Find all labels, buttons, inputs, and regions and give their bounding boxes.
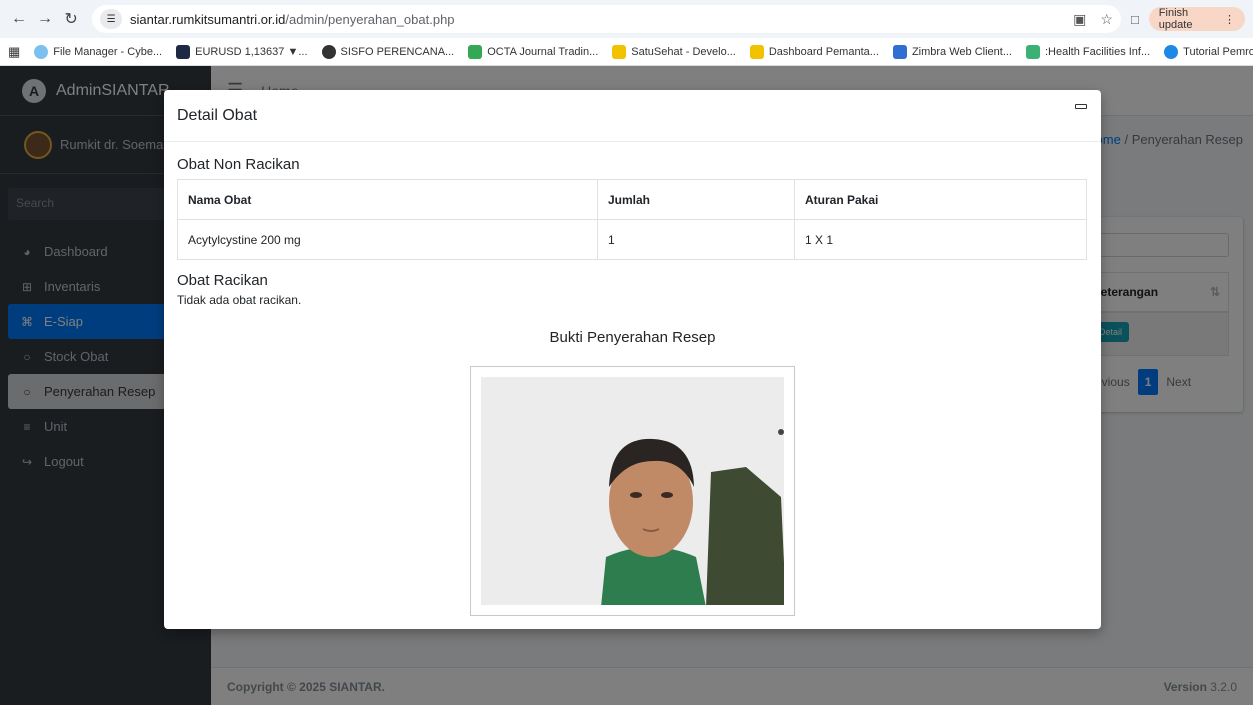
url-host: siantar.rumkitsumantri.or.id [130, 11, 286, 27]
column-header-jumlah: Jumlah [597, 179, 795, 220]
apps-icon[interactable]: ▦ [8, 44, 20, 60]
table-row: Acytylcystine 200 mg 1 1 X 1 [177, 219, 1087, 260]
cell-jumlah: 1 [597, 219, 795, 260]
bookmark-item[interactable]: File Manager - Cybe... [34, 44, 162, 59]
translate-icon[interactable]: ▣ [1073, 11, 1086, 28]
bookmark-item[interactable]: EURUSD 1,13637 ▼... [176, 44, 308, 59]
racikan-title: Obat Racikan [177, 272, 268, 289]
forward-icon[interactable]: → [34, 7, 56, 31]
url-path: /admin/penyerahan_obat.php [285, 11, 455, 27]
bookmark-item[interactable]: Zimbra Web Client... [892, 44, 1012, 59]
detail-obat-modal: Detail Obat Obat Non Racikan Nama Obat J… [164, 90, 1101, 629]
extensions-icon[interactable]: □ [1131, 12, 1139, 27]
cell-aturan-pakai: 1 X 1 [794, 219, 1087, 260]
minimize-icon[interactable] [1075, 104, 1087, 109]
bookmark-item[interactable]: Tutorial Pemrogram... [1164, 44, 1253, 59]
obat-table: Nama Obat Jumlah Aturan Pakai Acytylcyst… [177, 179, 1087, 260]
address-bar[interactable]: ☰ siantar.rumkitsumantri.or.id/admin/pen… [92, 5, 1121, 33]
cell-nama-obat: Acytylcystine 200 mg [177, 219, 598, 260]
bookmark-item[interactable]: Dashboard Pemanta... [749, 44, 879, 59]
bukti-photo [481, 377, 784, 605]
reload-icon[interactable]: ↻ [60, 7, 82, 31]
finish-update-button[interactable]: Finish update ⋮ [1148, 7, 1245, 31]
bookmark-item[interactable]: SISFO PERENCANA... [321, 44, 454, 59]
column-header-aturan-pakai: Aturan Pakai [794, 179, 1087, 220]
bukti-photo-frame [470, 366, 795, 616]
site-info-icon[interactable]: ☰ [100, 9, 123, 29]
bukti-title: Bukti Penyerahan Resep [549, 329, 716, 346]
racikan-empty-text: Tidak ada obat racikan. [177, 293, 302, 307]
person-photo-illustration [481, 377, 784, 605]
bookmark-item[interactable]: SatuSehat - Develo... [612, 44, 736, 59]
menu-icon: ⋮ [1223, 13, 1235, 26]
browser-toolbar: ← → ↻ ☰ siantar.rumkitsumantri.or.id/adm… [0, 0, 1253, 38]
bookmark-star-icon[interactable]: ☆ [1100, 11, 1113, 28]
modal-title: Detail Obat [177, 106, 258, 124]
non-racikan-title: Obat Non Racikan [177, 156, 300, 173]
modal-header: Detail Obat [164, 90, 1101, 142]
back-icon[interactable]: ← [8, 7, 30, 31]
bookmarks-bar: ▦ File Manager - Cybe... EURUSD 1,13637 … [0, 38, 1253, 66]
bookmark-item[interactable]: OCTA Journal Tradin... [468, 44, 598, 59]
column-header-nama-obat: Nama Obat [177, 179, 598, 220]
bookmark-item[interactable]: :Health Facilities Inf... [1026, 44, 1150, 59]
modal-body: Obat Non Racikan Nama Obat Jumlah Aturan… [164, 142, 1101, 360]
